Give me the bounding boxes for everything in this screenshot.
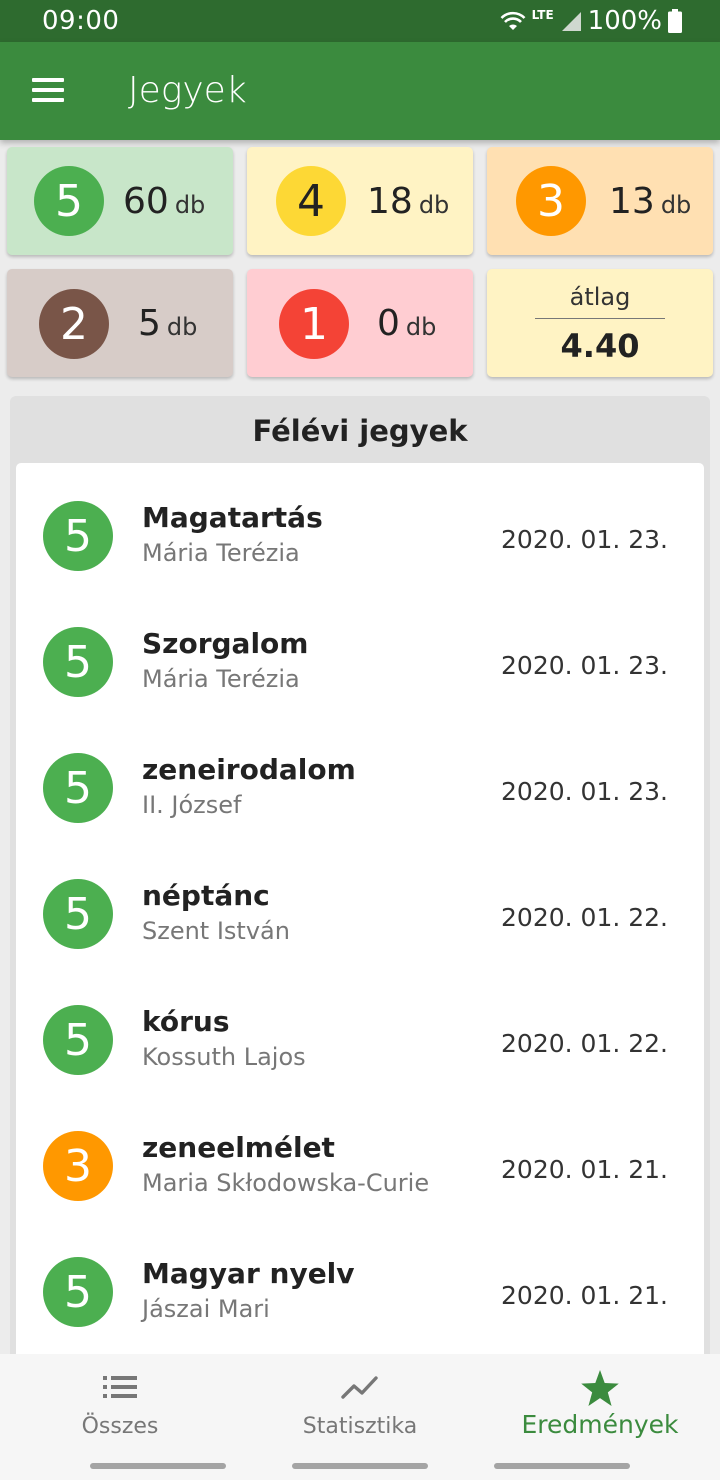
grade-badge: 5	[43, 753, 113, 823]
grade-count: 0 db	[377, 303, 437, 344]
grade-row[interactable]: 5 Magyar nyelv Jászai Mari 2020. 01. 21.	[16, 1235, 704, 1361]
average-value: 4.40	[560, 327, 640, 365]
grade-badge: 5	[43, 879, 113, 949]
list-icon	[103, 1376, 137, 1398]
grade-badge: 2	[39, 289, 109, 359]
hamburger-menu-icon[interactable]	[32, 78, 66, 104]
status-indicators: LTE 100%	[500, 6, 682, 36]
grade-date: 2020. 01. 22.	[501, 1029, 668, 1058]
summary-card-grade-1: 1 0 db	[247, 269, 473, 377]
gesture-bar	[90, 1463, 226, 1469]
teacher-name: Kossuth Lajos	[142, 1043, 306, 1071]
grade-count: 5 db	[138, 303, 198, 344]
grade-date: 2020. 01. 21.	[501, 1281, 668, 1310]
nav-item-osszes[interactable]: Összes	[0, 1354, 240, 1450]
subject-name: néptánc	[142, 879, 270, 912]
grades-list[interactable]: 5 Magatartás Mária Terézia 2020. 01. 23.…	[16, 463, 704, 1480]
grade-row[interactable]: 5 zeneirodalom II. József 2020. 01. 23.	[16, 731, 704, 857]
average-divider	[535, 318, 665, 319]
grade-date: 2020. 01. 23.	[501, 525, 668, 554]
section-title: Félévi jegyek	[252, 414, 468, 448]
subject-name: Magatartás	[142, 501, 323, 534]
count-unit: db	[174, 191, 206, 219]
grade-date: 2020. 01. 23.	[501, 777, 668, 806]
grade-row[interactable]: 5 Szorgalom Mária Terézia 2020. 01. 23.	[16, 605, 704, 731]
subject-name: Szorgalom	[142, 627, 309, 660]
app-bar: Jegyek	[0, 42, 720, 140]
summary-card-grade-5: 5 60 db	[7, 147, 233, 255]
average-label: átlag	[569, 283, 631, 311]
count-unit: db	[660, 191, 692, 219]
grade-badge: 5	[34, 166, 104, 236]
grade-date: 2020. 01. 21.	[501, 1155, 668, 1184]
grade-row[interactable]: 5 kórus Kossuth Lajos 2020. 01. 22.	[16, 983, 704, 1109]
grade-badge: 5	[43, 627, 113, 697]
teacher-name: Mária Terézia	[142, 539, 300, 567]
nav-label: Eredmények	[521, 1410, 679, 1439]
grade-count: 60 db	[123, 181, 206, 222]
summary-card-grade-4: 4 18 db	[247, 147, 473, 255]
status-time: 09:00	[42, 6, 120, 36]
grade-badge: 1	[279, 289, 349, 359]
grade-badge: 3	[516, 166, 586, 236]
semester-grades-section: Félévi jegyek 5 Magatartás Mária Terézia…	[10, 396, 710, 1480]
grade-badge: 3	[43, 1131, 113, 1201]
gesture-bar	[494, 1463, 630, 1469]
signal-icon	[561, 12, 581, 31]
grade-row[interactable]: 3 zeneelmélet Maria Skłodowska-Curie 202…	[16, 1109, 704, 1235]
grade-count: 18 db	[367, 181, 450, 222]
summary-card-grade-2: 2 5 db	[7, 269, 233, 377]
subject-name: Magyar nyelv	[142, 1257, 355, 1290]
bottom-navigation: Összes Statisztika Eredmények	[0, 1354, 720, 1480]
teacher-name: Maria Skłodowska-Curie	[142, 1169, 430, 1197]
grade-badge: 5	[43, 501, 113, 571]
star-icon	[581, 1370, 619, 1406]
wifi-icon	[500, 11, 526, 30]
nav-label: Statisztika	[302, 1414, 418, 1439]
nav-label: Összes	[81, 1414, 159, 1439]
teacher-name: II. József	[142, 791, 242, 819]
teacher-name: Jászai Mari	[142, 1295, 270, 1323]
subject-name: zeneirodalom	[142, 753, 356, 786]
grade-row[interactable]: 5 néptánc Szent István 2020. 01. 22.	[16, 857, 704, 983]
grade-date: 2020. 01. 22.	[501, 903, 668, 932]
teacher-name: Szent István	[142, 917, 290, 945]
battery-level: 100%	[587, 6, 662, 36]
status-bar: 09:00 LTE 100%	[0, 0, 720, 42]
page-title: Jegyek	[128, 70, 247, 111]
grade-date: 2020. 01. 23.	[501, 651, 668, 680]
battery-icon	[668, 9, 682, 33]
grade-row[interactable]: 5 Magatartás Mária Terézia 2020. 01. 23.	[16, 479, 704, 605]
nav-item-eredmenyek[interactable]: Eredmények	[480, 1354, 720, 1450]
nav-item-statisztika[interactable]: Statisztika	[240, 1354, 480, 1450]
count-unit: db	[166, 313, 198, 341]
gesture-bar	[292, 1463, 428, 1469]
count-unit: db	[405, 313, 437, 341]
count-unit: db	[418, 191, 450, 219]
grade-badge: 5	[43, 1257, 113, 1327]
grade-badge: 4	[276, 166, 346, 236]
subject-name: kórus	[142, 1005, 230, 1038]
summary-card-grade-3: 3 13 db	[487, 147, 713, 255]
teacher-name: Mária Terézia	[142, 665, 300, 693]
subject-name: zeneelmélet	[142, 1131, 335, 1164]
trending-chart-icon	[341, 1376, 378, 1399]
grade-badge: 5	[43, 1005, 113, 1075]
average-card: átlag 4.40	[487, 269, 713, 377]
network-type: LTE	[531, 8, 554, 22]
grade-count: 13 db	[609, 181, 692, 222]
